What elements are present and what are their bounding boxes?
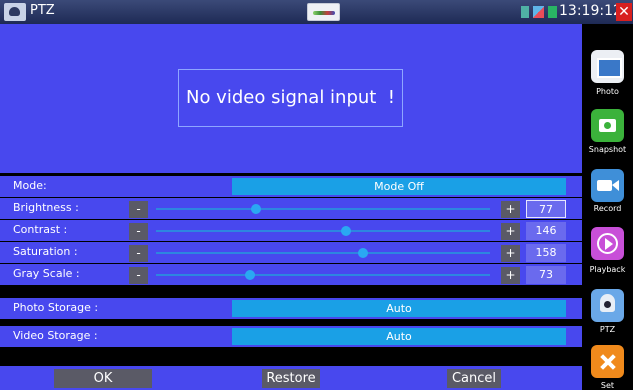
cancel-button[interactable]: Cancel [447,369,501,388]
battery-icon [548,6,557,18]
photo-storage-row: Photo Storage : Auto [0,298,582,319]
sidebar-label-ptz: PTZ [599,325,616,334]
signal-wave-icon[interactable] [307,3,340,21]
settings-panel: Mode: Mode Off Brightness : - + 77 Contr… [0,173,582,390]
brightness-label: Brightness : [13,201,79,214]
contrast-increase-button[interactable]: + [501,223,520,240]
grayscale-slider-thumb[interactable] [244,270,255,280]
action-bar: OK Restore Cancel [0,366,582,390]
grayscale-value-input[interactable]: 73 [526,266,566,284]
saturation-slider-thumb[interactable] [358,248,369,258]
grayscale-increase-button[interactable]: + [501,267,520,284]
contrast-label: Contrast : [13,223,68,236]
settings-icon [591,345,624,378]
brightness-slider[interactable] [156,204,490,214]
contrast-slider[interactable] [156,226,490,236]
saturation-slider[interactable] [156,248,490,258]
snapshot-icon [591,109,624,142]
video-storage-row: Video Storage : Auto [0,326,582,347]
sidebar-item-snapshot[interactable]: Snapshot [582,101,633,157]
restore-button[interactable]: Restore [262,369,320,388]
sidebar-label-record: Record [593,204,622,213]
ok-button[interactable]: OK [54,369,152,388]
video-area: No video signal input ! [0,24,582,173]
network-icon [533,6,544,18]
sidebar-label-snapshot: Snapshot [588,145,627,154]
saturation-label: Saturation : [13,245,78,258]
sidebar-item-set[interactable]: Set [582,342,633,390]
brightness-increase-button[interactable]: + [501,201,520,218]
brightness-decrease-button[interactable]: - [129,201,148,218]
sidebar-item-record[interactable]: Record [582,163,633,219]
saturation-row: Saturation : - + 158 [0,242,582,263]
contrast-row: Contrast : - + 146 [0,220,582,241]
sidebar-item-ptz[interactable]: PTZ [582,285,633,341]
mode-row: Mode: Mode Off [0,176,582,197]
contrast-value-input[interactable]: 146 [526,222,566,240]
grayscale-row: Gray Scale : - + 73 [0,264,582,285]
contrast-decrease-button[interactable]: - [129,223,148,240]
grayscale-decrease-button[interactable]: - [129,267,148,284]
brightness-slider-thumb[interactable] [251,204,262,214]
contrast-slider-thumb[interactable] [341,226,352,236]
mode-label: Mode: [13,179,47,192]
photo-icon [591,50,624,83]
brightness-row: Brightness : - + 77 [0,198,582,219]
record-icon [591,169,624,202]
sidebar: Photo Snapshot Record Playback PTZ Set [582,24,633,390]
sidebar-item-playback[interactable]: Playback [582,223,633,279]
app-title: PTZ [30,3,55,18]
saturation-value-input[interactable]: 158 [526,244,566,262]
playback-icon [591,227,624,260]
saturation-increase-button[interactable]: + [501,245,520,262]
sidebar-label-playback: Playback [589,265,626,274]
clock: 13:19:12 [559,3,622,19]
close-icon[interactable]: ✕ [616,3,632,21]
video-storage-label: Video Storage : [13,329,98,342]
no-signal-message: No video signal input ! [178,69,403,127]
grayscale-label: Gray Scale : [13,267,80,280]
saturation-decrease-button[interactable]: - [129,245,148,262]
sidebar-item-photo[interactable]: Photo [582,42,633,98]
photo-storage-label: Photo Storage : [13,301,99,314]
sidebar-label-photo: Photo [596,87,619,96]
grayscale-slider[interactable] [156,270,490,280]
ptz-icon [591,289,624,322]
sidebar-label-set: Set [600,381,615,390]
video-storage-selector[interactable]: Auto [232,328,566,345]
brightness-value-input[interactable]: 77 [526,200,566,218]
top-bar: PTZ 13:19:12 ✕ [0,0,633,24]
camera-icon [4,3,26,21]
photo-storage-selector[interactable]: Auto [232,300,566,317]
mode-selector[interactable]: Mode Off [232,178,566,195]
sd-card-icon [521,6,529,18]
